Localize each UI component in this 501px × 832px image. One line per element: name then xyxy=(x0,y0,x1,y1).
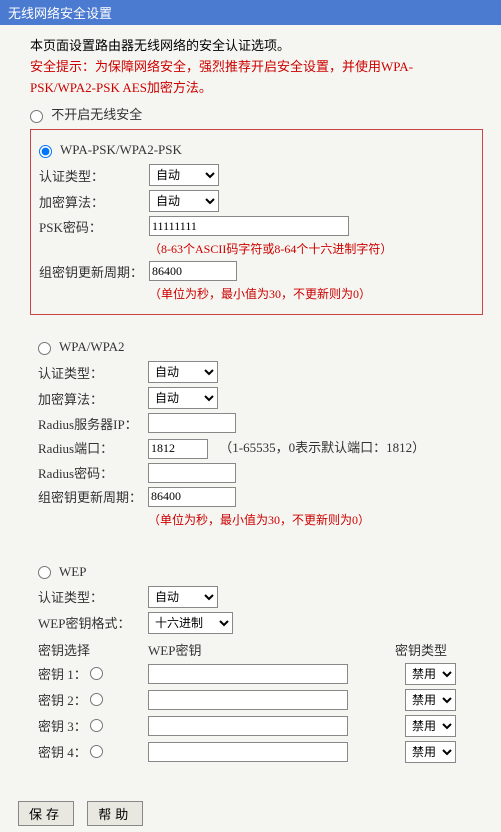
radio-key3[interactable] xyxy=(90,719,103,732)
select-key4-type[interactable]: 禁用 xyxy=(405,741,456,763)
header-wep-key: WEP密钥 xyxy=(148,640,395,659)
option-wpa[interactable]: WPA/WPA2 xyxy=(38,339,475,355)
radio-key1[interactable] xyxy=(90,667,103,680)
warning-line2: PSK/WPA2-PSK AES加密方法。 xyxy=(30,77,483,96)
main-content: 本页面设置路由器无线网络的安全认证选项。 安全提示：为保障网络安全，强烈推荐开启… xyxy=(0,25,501,795)
input-wep-key3[interactable] xyxy=(148,716,348,736)
label-wep-auth: 认证类型： xyxy=(38,587,148,606)
input-radius-ip[interactable] xyxy=(148,413,236,433)
header-key-type: 密钥类型 xyxy=(395,640,475,659)
select-wpapsk-enc[interactable]: 自动 xyxy=(149,190,219,212)
section-wpa: WPA/WPA2 认证类型： 自动 加密算法： 自动 Radius服务器IP： … xyxy=(30,327,483,540)
select-wep-fmt[interactable]: 十六进制 xyxy=(148,612,233,634)
input-group-rekey[interactable] xyxy=(149,261,237,281)
help-button[interactable]: 帮助 xyxy=(87,801,143,826)
input-radius-port[interactable] xyxy=(148,439,208,459)
label-radius-pw: Radius密码： xyxy=(38,463,148,482)
option-wpa-psk[interactable]: WPA-PSK/WPA2-PSK xyxy=(39,142,474,158)
select-key2-type[interactable]: 禁用 xyxy=(405,689,456,711)
label-wpa-enc: 加密算法： xyxy=(38,389,148,408)
radio-wpa-psk[interactable] xyxy=(39,145,52,158)
hint-rekey: （单位为秒，最小值为30，不更新则为0） xyxy=(149,285,474,302)
hint-psk: （8-63个ASCII码字符或8-64个十六进制字符） xyxy=(149,240,474,257)
option-disable-security[interactable]: 不开启无线安全 xyxy=(30,104,483,123)
label-wpa-auth: 认证类型： xyxy=(38,363,148,382)
footer: 保存 帮助 xyxy=(0,795,501,832)
warning-line1: 安全提示：为保障网络安全，强烈推荐开启安全设置，并使用WPA- xyxy=(30,56,483,75)
save-button[interactable]: 保存 xyxy=(18,801,74,826)
select-key1-type[interactable]: 禁用 xyxy=(405,663,456,685)
wep-key-row-3: 密钥 3： 禁用 xyxy=(38,715,475,737)
input-radius-pw[interactable] xyxy=(148,463,236,483)
input-wep-key4[interactable] xyxy=(148,742,348,762)
label-key1: 密钥 1： xyxy=(38,664,87,683)
intro-text: 本页面设置路由器无线网络的安全认证选项。 xyxy=(30,35,483,54)
hint-wpa-rekey: （单位为秒，最小值为30，不更新则为0） xyxy=(148,511,475,528)
label-key3: 密钥 3： xyxy=(38,716,87,735)
input-wep-key2[interactable] xyxy=(148,690,348,710)
radio-wpa[interactable] xyxy=(38,342,51,355)
label-radius-ip: Radius服务器IP： xyxy=(38,414,148,433)
select-wpapsk-auth[interactable]: 自动 xyxy=(149,164,219,186)
radio-key2[interactable] xyxy=(90,693,103,706)
window-title: 无线网络安全设置 xyxy=(0,0,501,25)
input-wep-key1[interactable] xyxy=(148,664,348,684)
input-psk[interactable] xyxy=(149,216,349,236)
header-key-select: 密钥选择 xyxy=(38,640,148,659)
select-wep-auth[interactable]: 自动 xyxy=(148,586,218,608)
label-enc-algo: 加密算法： xyxy=(39,192,149,211)
wep-key-row-2: 密钥 2： 禁用 xyxy=(38,689,475,711)
wep-key-row-4: 密钥 4： 禁用 xyxy=(38,741,475,763)
radio-key4[interactable] xyxy=(90,745,103,758)
option-wep[interactable]: WEP xyxy=(38,564,475,580)
label-wep-fmt: WEP密钥格式： xyxy=(38,613,148,632)
label-radius-port: Radius端口： xyxy=(38,438,148,457)
hint-port: （1-65535，0表示默认端口：1812） xyxy=(219,440,425,455)
label-psk: PSK密码： xyxy=(39,217,149,236)
radio-disable[interactable] xyxy=(30,110,43,123)
radio-wep[interactable] xyxy=(38,566,51,579)
label-auth-type: 认证类型： xyxy=(39,166,149,185)
select-wpa-enc[interactable]: 自动 xyxy=(148,387,218,409)
label-key4: 密钥 4： xyxy=(38,742,87,761)
input-wpa-rekey[interactable] xyxy=(148,487,236,507)
label-key2: 密钥 2： xyxy=(38,690,87,709)
label-group-rekey: 组密钥更新周期： xyxy=(39,262,149,281)
radio-wep-label: WEP xyxy=(59,564,86,579)
radio-disable-label: 不开启无线安全 xyxy=(51,107,142,122)
select-key3-type[interactable]: 禁用 xyxy=(405,715,456,737)
radio-wpa-label: WPA/WPA2 xyxy=(59,339,125,354)
section-wpa-psk: WPA-PSK/WPA2-PSK 认证类型： 自动 加密算法： 自动 PSK密码… xyxy=(30,129,483,315)
wep-key-row-1: 密钥 1： 禁用 xyxy=(38,663,475,685)
radio-wpa-psk-label: WPA-PSK/WPA2-PSK xyxy=(60,142,182,157)
section-wep: WEP 认证类型： 自动 WEP密钥格式： 十六进制 密钥选择 WEP密钥 密钥… xyxy=(30,552,483,775)
label-wpa-rekey: 组密钥更新周期： xyxy=(38,487,148,506)
select-wpa-auth[interactable]: 自动 xyxy=(148,361,218,383)
